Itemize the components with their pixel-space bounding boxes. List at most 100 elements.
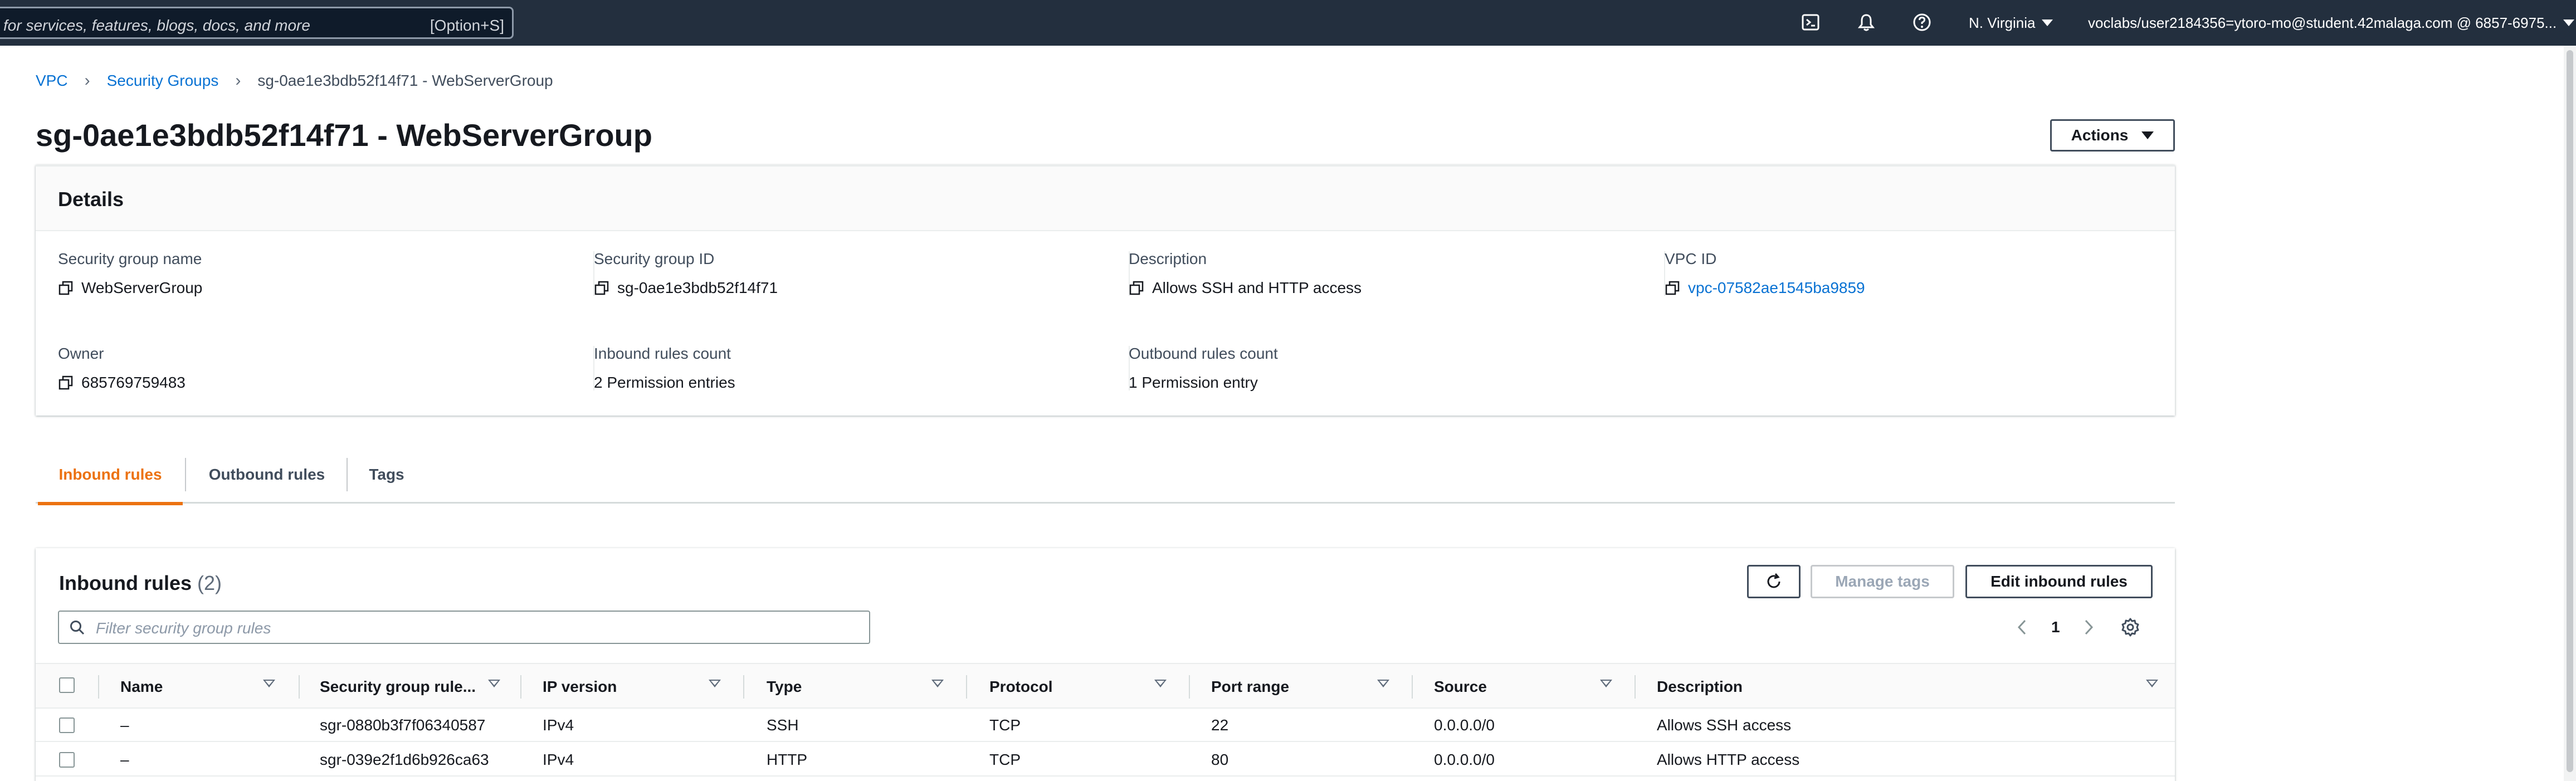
scrollbar-thumb[interactable]	[2567, 50, 2573, 772]
manage-tags-button[interactable]: Manage tags	[1811, 565, 1954, 598]
field-value: sg-0ae1e3bdb52f14f71	[594, 279, 778, 297]
cell-description: Allows SSH access	[1657, 716, 1792, 734]
breadcrumb-link-security-groups[interactable]: Security Groups	[107, 72, 219, 90]
edit-inbound-rules-button[interactable]: Edit inbound rules	[1965, 565, 2153, 598]
inbound-rules-count-value: 2 Permission entries	[594, 374, 735, 391]
page-scrollbar[interactable]	[2564, 46, 2576, 781]
search-shortcut-hint: [Option+S]	[430, 17, 504, 34]
field-value: 685769759483	[58, 374, 186, 392]
pagination: 1	[2014, 612, 2140, 643]
copy-icon[interactable]	[58, 280, 74, 296]
chevron-right-icon: ›	[84, 71, 90, 90]
column-divider	[1412, 675, 1413, 699]
cell-description: Allows HTTP access	[1657, 751, 1800, 768]
sort-icon[interactable]	[263, 680, 275, 687]
global-search-input[interactable]: for services, features, blogs, docs, and…	[0, 7, 514, 39]
column-divider	[299, 675, 300, 699]
chevron-left-icon[interactable]	[2014, 618, 2031, 637]
details-header: Details	[36, 167, 2175, 231]
account-label: voclabs/user2184356=ytoro-mo@student.42m…	[2088, 14, 2557, 31]
row-checkbox[interactable]	[59, 717, 75, 733]
vpc-id-link[interactable]: vpc-07582ae1545ba9859	[1688, 279, 1865, 297]
chevron-right-icon[interactable]	[2080, 618, 2097, 637]
sort-icon[interactable]	[931, 680, 944, 687]
field-label: Security group ID	[594, 250, 715, 267]
field-label: Description	[1129, 250, 1207, 267]
sort-icon[interactable]	[709, 680, 721, 687]
search-placeholder: for services, features, blogs, docs, and…	[3, 17, 310, 34]
column-header-ip-version[interactable]: IP version	[543, 664, 617, 710]
region-selector[interactable]: N. Virginia	[1969, 14, 2053, 32]
cloudshell-icon[interactable]	[1801, 12, 1821, 32]
table-row[interactable]: – sgr-0880b3f7f06340587 IPv4 SSH TCP 22 …	[36, 709, 2175, 742]
field-security-group-name: Security group name WebServerGroup	[58, 250, 202, 297]
column-divider	[966, 675, 967, 699]
filter-rules-input[interactable]: Filter security group rules	[58, 611, 870, 644]
column-divider	[98, 675, 99, 699]
sort-icon[interactable]	[1154, 680, 1167, 687]
cell-protocol: TCP	[989, 751, 1021, 768]
copy-icon[interactable]	[1129, 280, 1144, 296]
cell-type: SSH	[767, 716, 799, 734]
row-checkbox[interactable]	[59, 752, 75, 768]
column-header-description[interactable]: Description	[1657, 664, 1743, 710]
column-divider	[1635, 675, 1636, 699]
tab-inbound-rules[interactable]: Inbound rules	[38, 446, 183, 505]
help-icon[interactable]	[1912, 12, 1932, 32]
account-menu[interactable]: voclabs/user2184356=ytoro-mo@student.42m…	[2088, 14, 2575, 32]
cell-ip-version: IPv4	[543, 716, 574, 734]
select-all-checkbox[interactable]	[59, 677, 75, 693]
cell-source: 0.0.0.0/0	[1434, 751, 1495, 768]
column-divider	[520, 675, 521, 699]
cell-type: HTTP	[767, 751, 808, 768]
details-container: Details Security group name WebServerGro…	[36, 165, 2175, 416]
refresh-button[interactable]	[1747, 565, 1801, 598]
sort-icon[interactable]	[1377, 680, 1389, 687]
table-header: Name Security group rule... IP version T…	[36, 663, 2175, 709]
filter-placeholder: Filter security group rules	[96, 619, 271, 637]
column-header-type[interactable]: Type	[767, 664, 802, 710]
inbound-rules-container: Inbound rules (2) Manage tags Edit inbou…	[36, 548, 2175, 781]
column-header-security-group-rule[interactable]: Security group rule...	[320, 664, 476, 710]
page-title: sg-0ae1e3bdb52f14f71 - WebServerGroup	[36, 118, 652, 153]
notifications-bell-icon[interactable]	[1856, 12, 1876, 32]
field-value: vpc-07582ae1545ba9859	[1665, 279, 1865, 297]
column-header-source[interactable]: Source	[1434, 664, 1487, 710]
cell-rule-id: sgr-039e2f1d6b926ca63	[320, 751, 489, 768]
chevron-right-icon: ›	[235, 71, 241, 90]
column-header-name[interactable]: Name	[120, 664, 163, 710]
actions-dropdown-button[interactable]: Actions	[2050, 119, 2175, 152]
security-group-name-value: WebServerGroup	[81, 279, 203, 296]
inbound-rules-title: Inbound rules (2)	[59, 572, 222, 595]
sort-icon[interactable]	[488, 680, 500, 687]
copy-icon[interactable]	[1665, 280, 1680, 296]
field-outbound-rules-count: Outbound rules count 1 Permission entry	[1129, 345, 1278, 392]
copy-icon[interactable]	[58, 375, 74, 390]
cell-protocol: TCP	[989, 716, 1021, 734]
tab-outbound-rules[interactable]: Outbound rules	[186, 446, 348, 504]
field-owner: Owner 685769759483	[58, 345, 186, 392]
column-header-protocol[interactable]: Protocol	[989, 664, 1053, 710]
cell-name: –	[120, 751, 129, 768]
tab-bar: Inbound rules Outbound rules Tags	[36, 446, 2175, 505]
breadcrumb-current: sg-0ae1e3bdb52f14f71 - WebServerGroup	[257, 72, 553, 89]
cell-ip-version: IPv4	[543, 751, 574, 768]
security-group-id-value: sg-0ae1e3bdb52f14f71	[617, 279, 778, 296]
breadcrumb-link-vpc[interactable]: VPC	[36, 72, 68, 90]
current-page-number[interactable]: 1	[2051, 618, 2060, 636]
settings-gear-icon[interactable]	[2120, 617, 2140, 637]
sort-icon[interactable]	[2146, 680, 2158, 687]
field-label: Inbound rules count	[594, 345, 731, 362]
top-navigation-bar: for services, features, blogs, docs, and…	[0, 0, 2576, 46]
search-icon	[69, 619, 86, 636]
cell-port-range: 80	[1211, 751, 1229, 768]
column-header-port-range[interactable]: Port range	[1211, 664, 1289, 710]
region-label: N. Virginia	[1969, 14, 2036, 31]
sort-icon[interactable]	[1600, 680, 1612, 687]
copy-icon[interactable]	[594, 280, 609, 296]
table-row[interactable]: – sgr-039e2f1d6b926ca63 IPv4 HTTP TCP 80…	[36, 743, 2175, 777]
tab-tags[interactable]: Tags	[348, 446, 426, 504]
cell-source: 0.0.0.0/0	[1434, 716, 1495, 734]
cell-name: –	[120, 716, 129, 734]
refresh-icon	[1767, 573, 1780, 588]
